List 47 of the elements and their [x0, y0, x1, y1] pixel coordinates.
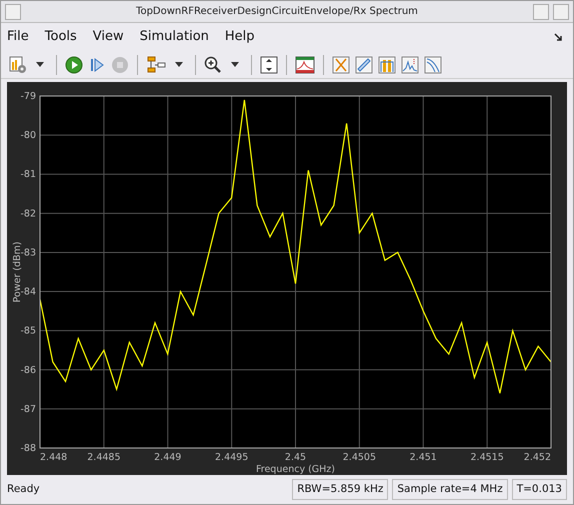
spectrum-icon[interactable]	[295, 56, 315, 74]
menu-item[interactable]: Simulation	[140, 27, 209, 47]
x-tick-label: 2.4485	[87, 452, 120, 463]
caret-icon[interactable]	[231, 62, 239, 67]
channel-bars-icon[interactable]	[378, 56, 396, 74]
x-tick-label: 2.4505	[342, 452, 376, 463]
y-tick-label: -80	[20, 130, 36, 142]
zoom-in-icon[interactable]	[204, 56, 222, 74]
dock-arrow-icon[interactable]	[554, 32, 563, 42]
y-tick-label: -85	[20, 326, 36, 337]
y-tick-label: -86	[20, 364, 36, 376]
x-tick-label: 2.4495	[215, 452, 248, 463]
fit-to-view-icon[interactable]	[260, 56, 278, 74]
curve-icon[interactable]	[424, 56, 442, 74]
status-field: T=0.013	[512, 478, 567, 500]
status-message: Ready	[7, 482, 40, 497]
y-tick-label: -87	[20, 404, 36, 415]
x-tick-label: 2.449	[154, 452, 182, 463]
y-tick-label: -81	[20, 169, 36, 180]
y-tick-label: -88	[20, 443, 36, 454]
caret-icon[interactable]	[175, 62, 183, 67]
y-tick-label: -84	[20, 286, 36, 298]
x-tick-label: 2.448	[40, 452, 68, 463]
y-tick-label: -83	[20, 247, 36, 258]
menu-item[interactable]: Help	[224, 27, 255, 47]
window-title: TopDownRFReceiverDesignCircuitEnvelope/Rx Spectrum	[135, 5, 419, 19]
menu-item[interactable]: View	[92, 27, 124, 47]
x-tick-label: 2.452	[524, 452, 551, 463]
blocks-icon[interactable]	[146, 56, 166, 74]
x-tick-label: 2.45	[284, 452, 306, 463]
x-tick-label: 2.4515	[470, 452, 504, 463]
cursor-icon[interactable]	[332, 56, 350, 74]
y-tick-label: -82	[20, 208, 36, 220]
ruler-icon[interactable]	[355, 56, 373, 74]
peaks-icon[interactable]	[401, 56, 419, 74]
run-icon[interactable]	[65, 56, 83, 74]
menu-item[interactable]: File	[7, 27, 29, 47]
y-axis-label: Power (dBm)	[12, 242, 23, 302]
chart-gear-icon[interactable]	[9, 56, 27, 74]
x-axis-label: Frequency (GHz)	[256, 464, 335, 475]
status-field: Sample rate=4 MHz	[392, 478, 508, 500]
x-tick-label: 2.451	[410, 452, 437, 463]
menu-item[interactable]: Tools	[44, 27, 77, 47]
caret-icon[interactable]	[36, 62, 44, 67]
y-tick-label: -79	[20, 91, 36, 102]
status-field: RBW=5.859 kHz	[292, 478, 388, 500]
step-forward-icon[interactable]	[88, 56, 106, 74]
